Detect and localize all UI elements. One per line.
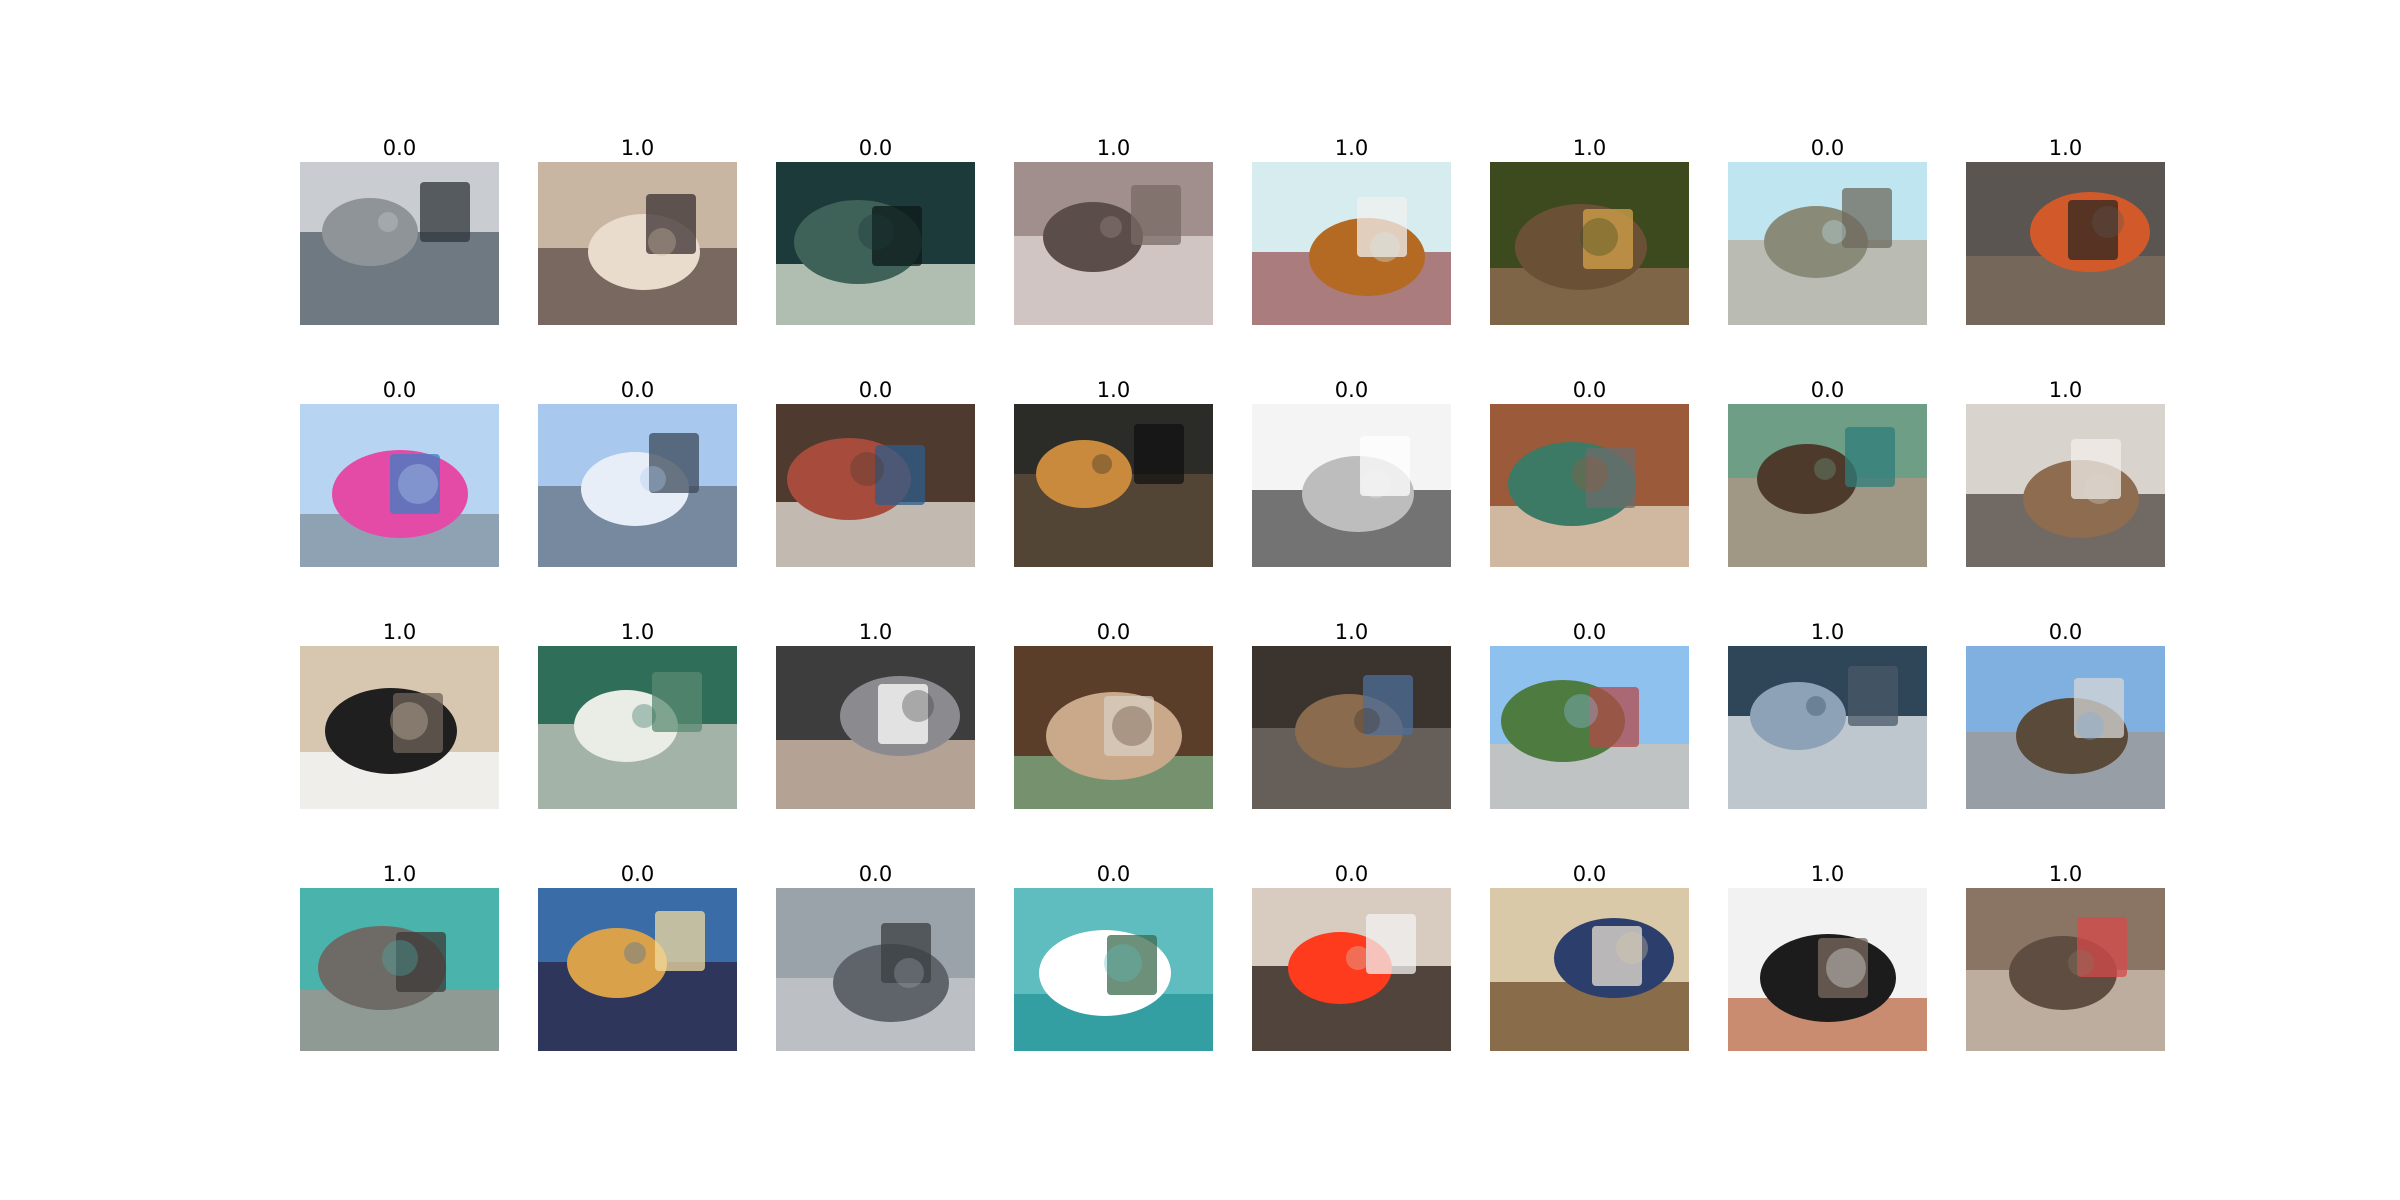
- grid-cell: 0.0: [1014, 861, 1213, 1051]
- image-thumbnail-newspaper: [1252, 404, 1451, 567]
- image-label: 1.0: [1334, 136, 1369, 160]
- grid-cell: 0.0: [1966, 619, 2165, 809]
- image-label: 1.0: [1810, 862, 1845, 886]
- grid-cell: 0.0: [776, 377, 975, 567]
- image-thumbnail-outdoor-path: [1728, 162, 1927, 325]
- grid-cell: 1.0: [1966, 377, 2165, 567]
- image-thumbnail-hillside-wall: [1490, 646, 1689, 809]
- grid-cell: 1.0: [1252, 135, 1451, 325]
- image-thumbnail-city-street-structure: [300, 162, 499, 325]
- image-thumbnail-dog-face: [1490, 162, 1689, 325]
- image-label: 1.0: [858, 620, 893, 644]
- image-thumbnail-dog-and-person: [1966, 162, 2165, 325]
- image-label: 1.0: [1096, 136, 1131, 160]
- image-label: 0.0: [1572, 620, 1607, 644]
- image-label: 0.0: [1572, 378, 1607, 402]
- image-thumbnail-collage-street: [1014, 646, 1213, 809]
- image-label: 0.0: [382, 136, 417, 160]
- grid-cell: 0.0: [1490, 619, 1689, 809]
- image-thumbnail-tabby-cat: [1014, 162, 1213, 325]
- grid-cell: 0.0: [538, 861, 737, 1051]
- grid-cell: 0.0: [1728, 135, 1927, 325]
- grid-cell: 0.0: [1490, 861, 1689, 1051]
- image-label: 0.0: [1096, 862, 1131, 886]
- image-label: 1.0: [382, 620, 417, 644]
- image-thumbnail-orange-cat: [1014, 404, 1213, 567]
- image-label: 0.0: [1810, 378, 1845, 402]
- grid-cell: 0.0: [300, 377, 499, 567]
- image-thumbnail-dog-in-pen: [1966, 888, 2165, 1051]
- grid-cell: 0.0: [776, 135, 975, 325]
- image-label: 1.0: [1096, 378, 1131, 402]
- image-label: 1.0: [2048, 862, 2083, 886]
- grid-cell: 1.0: [1014, 135, 1213, 325]
- grid-cell: 0.0: [1014, 619, 1213, 809]
- grid-cell: 0.0: [300, 135, 499, 325]
- image-thumbnail-arched-alley: [1728, 404, 1927, 567]
- grid-cell: 0.0: [1728, 377, 1927, 567]
- grid-cell: 1.0: [776, 619, 975, 809]
- image-thumbnail-cat-in-bed: [1728, 646, 1927, 809]
- image-label: 1.0: [1334, 620, 1369, 644]
- image-thumbnail-harbor-cranes: [300, 404, 499, 567]
- image-thumbnail-grey-cat: [300, 888, 499, 1051]
- image-label: 0.0: [1572, 862, 1607, 886]
- image-thumbnail-market-stall: [776, 404, 975, 567]
- grid-cell: 0.0: [776, 861, 975, 1051]
- grid-cell: 1.0: [1490, 135, 1689, 325]
- grid-cell: 1.0: [538, 619, 737, 809]
- image-label: 1.0: [2048, 378, 2083, 402]
- grid-cell: 1.0: [300, 861, 499, 1051]
- grid-cell: 0.0: [1490, 377, 1689, 567]
- image-thumbnail-puppies: [538, 162, 737, 325]
- image-thumbnail-brindle-dog: [1252, 646, 1451, 809]
- image-thumbnail-group-photo: [1490, 888, 1689, 1051]
- image-thumbnail-grey-kitten: [776, 646, 975, 809]
- image-label: 1.0: [2048, 136, 2083, 160]
- image-label: 1.0: [620, 620, 655, 644]
- image-label: 0.0: [1334, 862, 1369, 886]
- grid-cell: 1.0: [538, 135, 737, 325]
- image-label: 0.0: [1810, 136, 1845, 160]
- grid-cell: 1.0: [1966, 861, 2165, 1051]
- image-thumbnail-offroad-sign: [1252, 888, 1451, 1051]
- image-label: 0.0: [858, 136, 893, 160]
- grid-cell: 1.0: [1728, 861, 1927, 1051]
- image-label: 0.0: [858, 378, 893, 402]
- image-thumbnail-movie-poster: [776, 162, 975, 325]
- grid-cell: 0.0: [538, 377, 737, 567]
- image-label: 0.0: [858, 862, 893, 886]
- grid-cell: 0.0: [1252, 861, 1451, 1051]
- image-grid: 0.0 1.0 0.0 1.0 1.0 1.0 0.0 1.0 0.0 0.0 0.0 1.0 0.0 0…: [0, 0, 2400, 1200]
- image-thumbnail-village-road: [1966, 646, 2165, 809]
- image-label: 1.0: [1810, 620, 1845, 644]
- image-thumbnail-hillside-town: [538, 404, 737, 567]
- image-thumbnail-apartment-ad: [1014, 888, 1213, 1051]
- grid-cell: 0.0: [1252, 377, 1451, 567]
- grid-cell: 1.0: [1252, 619, 1451, 809]
- image-thumbnail-sleeping-dog: [1252, 162, 1451, 325]
- image-thumbnail-black-white-cat: [300, 646, 499, 809]
- image-thumbnail-narrow-alley: [776, 888, 975, 1051]
- image-thumbnail-cat-on-railing: [1966, 404, 2165, 567]
- grid-cell: 1.0: [1966, 135, 2165, 325]
- image-label: 0.0: [1334, 378, 1369, 402]
- image-thumbnail-white-puppy: [1728, 888, 1927, 1051]
- image-label: 0.0: [1096, 620, 1131, 644]
- grid-cell: 1.0: [1728, 619, 1927, 809]
- grid-cell: 1.0: [1014, 377, 1213, 567]
- image-thumbnail-mural-street: [1490, 404, 1689, 567]
- image-thumbnail-white-cat: [538, 646, 737, 809]
- image-label: 0.0: [620, 378, 655, 402]
- image-label: 0.0: [2048, 620, 2083, 644]
- image-label: 0.0: [620, 862, 655, 886]
- image-label: 1.0: [1572, 136, 1607, 160]
- image-label: 1.0: [620, 136, 655, 160]
- image-label: 1.0: [382, 862, 417, 886]
- image-thumbnail-ornate-sculpture: [538, 888, 737, 1051]
- image-label: 0.0: [382, 378, 417, 402]
- grid-cell: 1.0: [300, 619, 499, 809]
